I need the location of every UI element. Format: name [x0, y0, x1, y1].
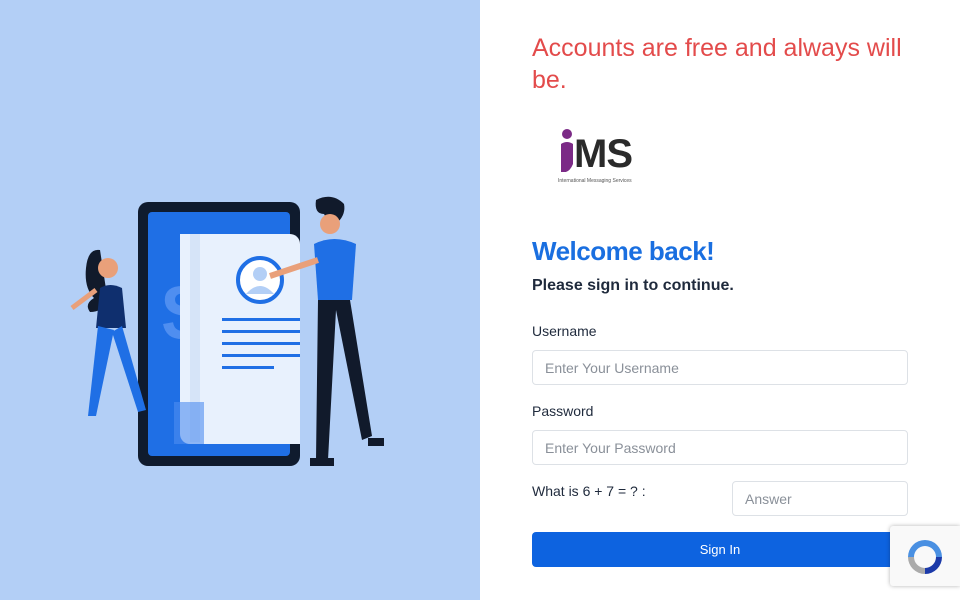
login-panel: Accounts are free and always will be. MS… — [480, 0, 960, 600]
password-label: Password — [532, 403, 594, 419]
password-input[interactable] — [532, 430, 908, 465]
welcome-subtitle: Please sign in to continue. — [532, 277, 734, 294]
recaptcha-badge[interactable] — [890, 526, 960, 586]
document-profile-illustration: $ — [70, 196, 384, 466]
logo-subtext: International Messaging Services — [558, 178, 632, 184]
tagline: Accounts are free and always will be. — [532, 34, 902, 94]
hero-panel: $ — [0, 0, 480, 600]
recaptcha-icon — [908, 540, 942, 574]
username-label: Username — [532, 323, 597, 339]
logo-text: MS — [574, 132, 633, 176]
username-input[interactable] — [532, 350, 908, 385]
welcome-title: Welcome back! — [532, 236, 715, 266]
ims-logo: MS International Messaging Services — [554, 122, 654, 192]
captcha-question: What is 6 + 7 = ? : — [532, 483, 646, 499]
sign-in-button[interactable]: Sign In — [532, 532, 908, 567]
captcha-answer-input[interactable] — [732, 481, 908, 516]
logo-i-icon — [561, 129, 573, 172]
